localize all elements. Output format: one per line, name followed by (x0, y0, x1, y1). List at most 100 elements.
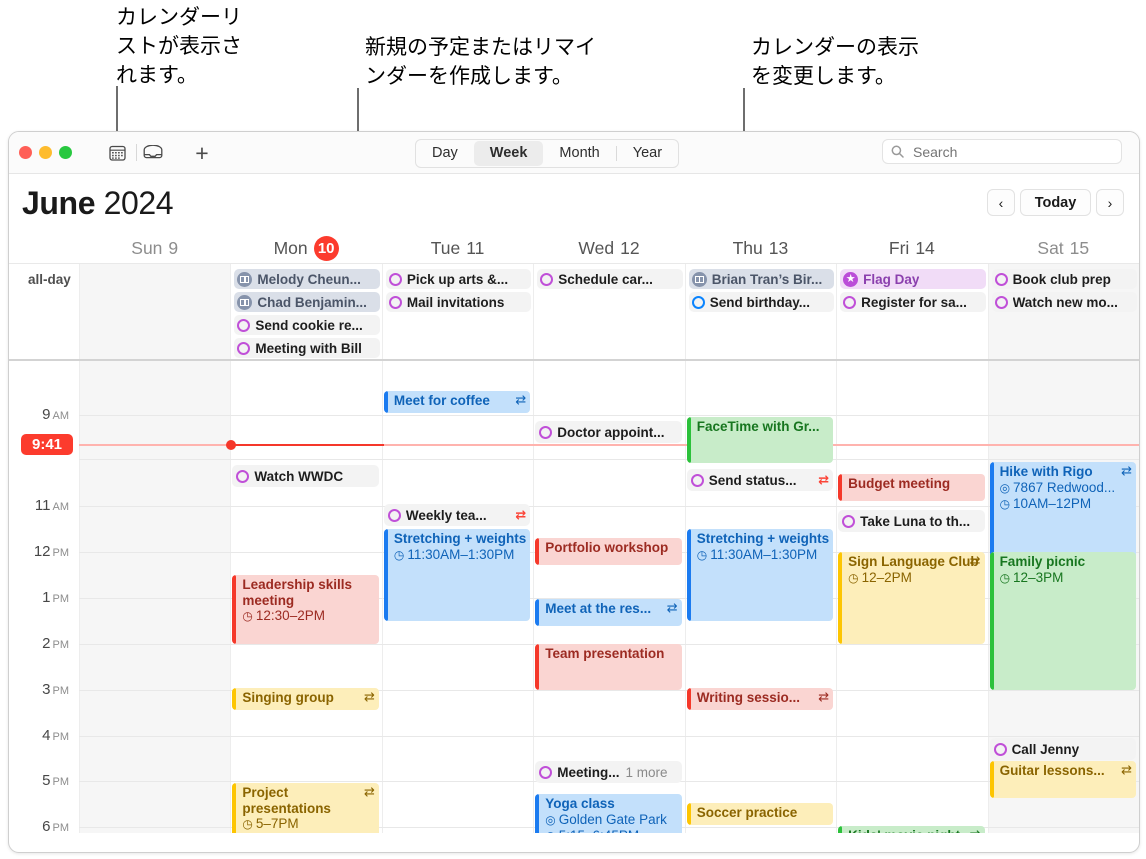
all-day-column-wed[interactable]: Schedule car... (533, 264, 684, 359)
reminder-circle-icon[interactable] (540, 272, 554, 286)
event-body: Stretching + weights ◷ 11:30AM–1:30PM (687, 529, 833, 563)
hour-meridiem: PM (52, 776, 70, 788)
tab-day[interactable]: Day (416, 141, 474, 166)
calendar-event[interactable]: Soccer practice (686, 803, 834, 825)
calendar-event[interactable]: Yoga class◎Golden Gate Park◷ 5:15–6:45PM (535, 794, 682, 833)
search-field[interactable] (882, 139, 1122, 164)
reminder-item[interactable]: Doctor appoint... (535, 421, 682, 443)
event-title: Chad Benjamin... (257, 294, 367, 310)
all-day-event[interactable]: Chad Benjamin... (234, 292, 380, 312)
maximize-window-button[interactable] (59, 146, 72, 159)
reminder-item[interactable]: Weekly tea... ⇄ (383, 504, 531, 526)
all-day-column-sun[interactable] (79, 264, 231, 359)
calendar-event[interactable]: Kids' movie night⇄ (838, 826, 985, 833)
day-header-sat[interactable]: Sat 15 (988, 234, 1139, 263)
tab-year[interactable]: Year (617, 141, 678, 166)
day-number: 11 (466, 238, 485, 258)
reminder-circle-icon[interactable] (842, 514, 856, 528)
inbox-button[interactable] (142, 142, 164, 163)
reminder-circle-icon[interactable] (388, 272, 402, 286)
day-header-fri[interactable]: Fri 14 (836, 234, 987, 263)
day-header-sun[interactable]: Sun 9 (79, 234, 230, 263)
hour-label: 2 PM (9, 635, 69, 652)
reminder-circle-icon[interactable] (994, 295, 1008, 309)
event-location-text: Golden Gate Park (558, 811, 667, 827)
search-input[interactable] (911, 142, 1105, 161)
reminder-circle-icon[interactable] (388, 295, 402, 309)
calendar-event[interactable]: FaceTime with Gr... (686, 417, 834, 463)
all-day-reminder[interactable]: Meeting with Bill (234, 338, 380, 358)
tab-week[interactable]: Week (473, 141, 544, 166)
reminder-circle-icon[interactable] (237, 318, 251, 332)
calendar-event[interactable]: Writing sessio... ⇄ (686, 688, 834, 710)
next-week-button[interactable]: › (1096, 189, 1124, 216)
calendar-event[interactable]: Leadership skills meeting ◷ 12:30–2PM (232, 575, 379, 644)
more-events-label[interactable]: 1 more (626, 765, 668, 780)
all-day-column-mon[interactable]: Melody Cheun... Chad Benjamin... Send cook… (230, 264, 381, 359)
previous-week-button[interactable]: ‹ (987, 189, 1015, 216)
all-day-event[interactable]: ★ Flag Day (840, 269, 986, 289)
calendar-list-button[interactable] (106, 142, 128, 163)
event-title: Portfolio workshop (545, 540, 669, 555)
reminder-circle-icon[interactable] (691, 295, 705, 309)
calendar-event[interactable]: Team presentation (535, 644, 682, 690)
new-event-button[interactable]: + (191, 141, 213, 164)
reminder-circle-icon[interactable] (237, 341, 251, 355)
event-title: Brian Tran’s Bir... (711, 271, 823, 287)
calendar-event[interactable]: Meet at the res... ⇄ (535, 599, 682, 626)
tab-month[interactable]: Month (543, 141, 615, 166)
reminder-circle-icon[interactable] (539, 765, 553, 779)
all-day-event[interactable]: Melody Cheun... (234, 269, 380, 289)
all-day-column-fri[interactable]: ★ Flag Day Register for sa... (836, 264, 987, 359)
all-day-column-sat[interactable]: Book club prep Watch new mo... (987, 264, 1139, 359)
reminder-circle-icon[interactable] (387, 508, 401, 522)
calendar-event[interactable]: Sign Language Club ◷ 12–2PM ⇄ (838, 552, 985, 644)
all-day-event[interactable]: Brian Tran’s Bir... (688, 269, 835, 289)
event-title: Send cookie re... (255, 317, 363, 333)
calendar-event[interactable]: Singing group ⇄ (232, 688, 379, 710)
reminder-item[interactable]: Meeting... 1 more (535, 761, 682, 783)
reminder-circle-icon[interactable] (539, 425, 553, 439)
reminder-circle-icon[interactable] (236, 469, 250, 483)
reminder-circle-icon[interactable] (690, 473, 704, 487)
close-window-button[interactable] (19, 146, 32, 159)
calendar-event[interactable]: Project presentations ◷ 5–7PM ⇄ (232, 783, 379, 833)
all-day-reminder[interactable]: Watch new mo... (991, 292, 1137, 312)
calendar-event[interactable]: Guitar lessons... ⇄ (989, 761, 1136, 798)
all-day-reminder[interactable]: Send cookie re... (234, 315, 380, 335)
calendar-event[interactable]: Family picnic ◷ 12–3PM (989, 552, 1136, 690)
day-header-mon[interactable]: Mon 10 (230, 234, 381, 263)
all-day-column-thu[interactable]: Brian Tran’s Bir... Send birthday... (684, 264, 836, 359)
calendar-event[interactable]: Stretching + weights ◷ 11:30AM–1:30PM (383, 529, 531, 621)
clock-icon: ◷ (696, 547, 708, 562)
reminder-item[interactable]: Call Jenny (989, 738, 1136, 760)
calendar-event[interactable]: Portfolio workshop (535, 538, 682, 565)
all-day-reminder[interactable]: Pick up arts &... (385, 269, 532, 289)
reminder-item[interactable]: Watch WWDC (232, 465, 379, 487)
reminder-circle-icon[interactable] (994, 272, 1008, 286)
all-day-reminder[interactable]: Schedule car... (537, 269, 683, 289)
reminder-item[interactable]: Take Luna to th... (838, 510, 985, 532)
day-header-tue[interactable]: Tue 11 (382, 234, 533, 263)
day-header-wed[interactable]: Wed 12 (533, 234, 684, 263)
reminder-circle-icon[interactable] (993, 742, 1007, 756)
event-title: Meeting... (557, 764, 620, 780)
reminder-circle-icon[interactable] (843, 295, 857, 309)
calendar-icon (108, 145, 126, 161)
today-button[interactable]: Today (1020, 189, 1091, 216)
view-mode-segmented-control[interactable]: Day Week Month Year (415, 139, 680, 168)
calendar-event[interactable]: Meet for coffee ⇄ (383, 391, 531, 413)
calendar-event[interactable]: Stretching + weights ◷ 11:30AM–1:30PM (686, 529, 834, 621)
minimize-window-button[interactable] (39, 146, 52, 159)
reminder-item[interactable]: Send status... ⇄ (686, 469, 834, 491)
time-grid[interactable]: 9 AM 11 AM 12 PM 1 PM 2 PM 3 PM 4 PM 5 PM 6 PM 9:41 Meet fo… (9, 361, 1139, 833)
all-day-column-tue[interactable]: Pick up arts &... Mail invitations (381, 264, 533, 359)
all-day-reminder[interactable]: Mail invitations (385, 292, 532, 312)
all-day-reminder[interactable]: Register for sa... (840, 292, 986, 312)
day-header-thu[interactable]: Thu 13 (685, 234, 836, 263)
hour-number: 4 (42, 727, 51, 744)
day-column-sun[interactable] (79, 361, 231, 833)
all-day-reminder[interactable]: Send birthday... (688, 292, 835, 312)
calendar-event[interactable]: Budget meeting (838, 474, 985, 501)
all-day-reminder[interactable]: Book club prep (991, 269, 1137, 289)
